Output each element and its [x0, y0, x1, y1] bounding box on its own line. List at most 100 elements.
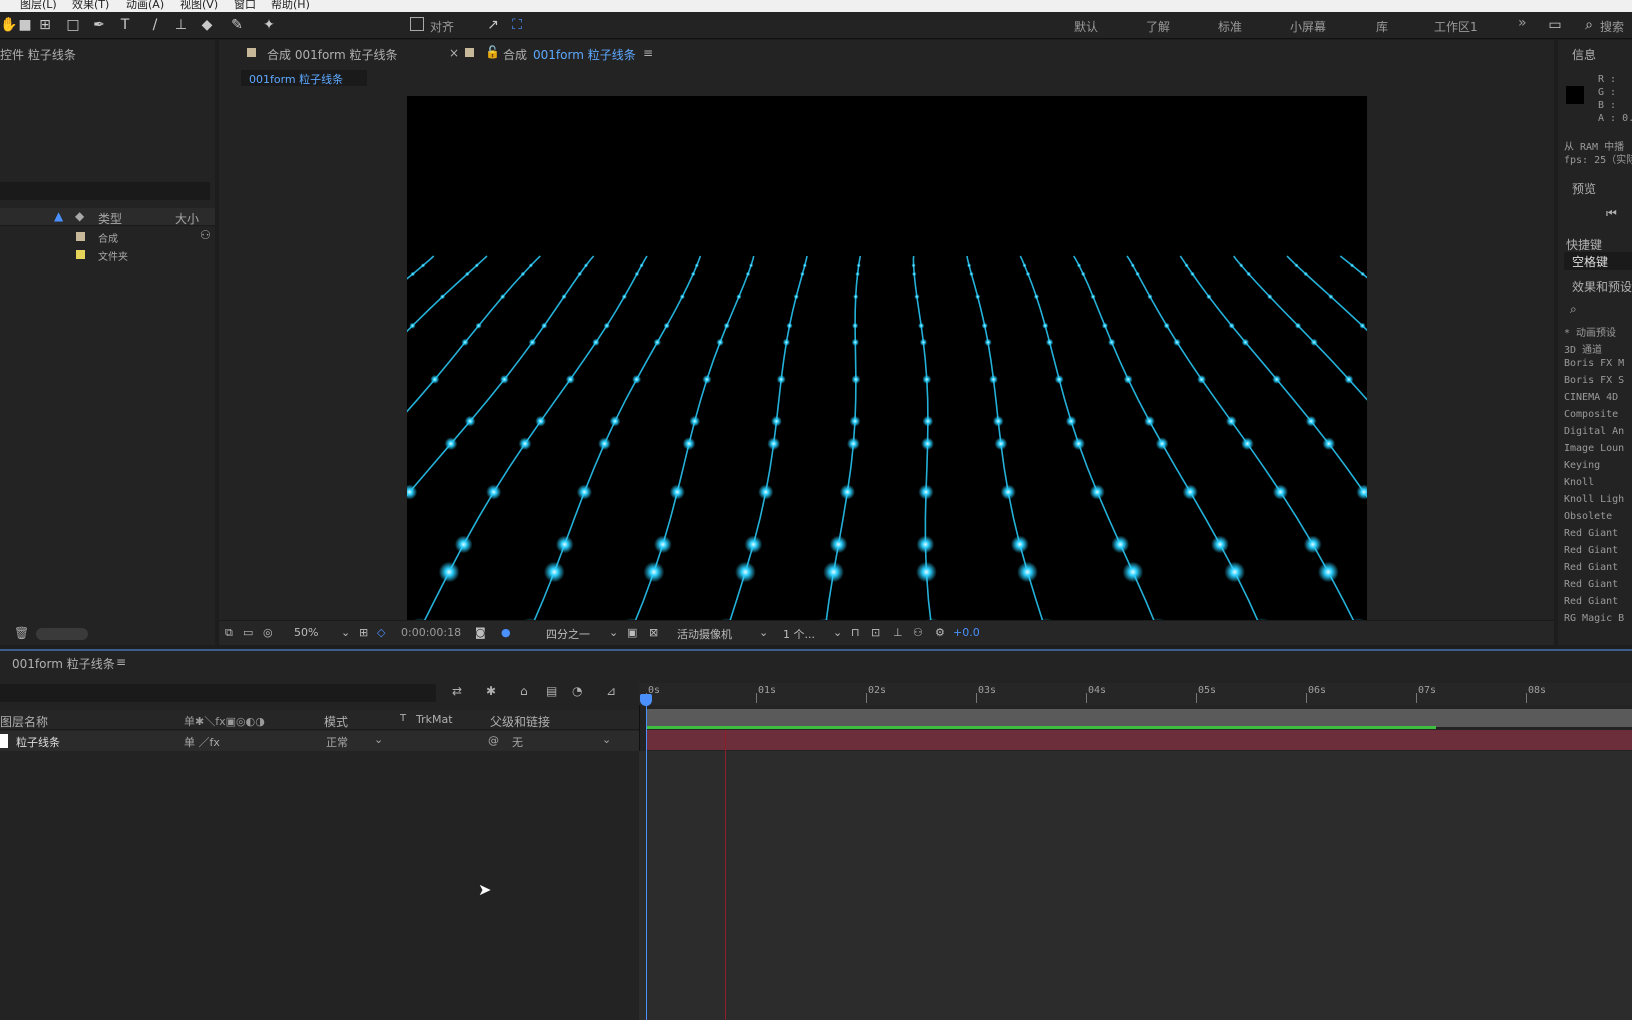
monitor-icon[interactable]: ▭ [243, 626, 253, 639]
resolution-select[interactable]: 四分之一 [546, 626, 590, 642]
list-item[interactable]: 3D 通道 [1564, 341, 1602, 356]
list-item[interactable]: CINEMA 4D [1564, 392, 1618, 403]
chevron-down-icon[interactable]: ⌄ [609, 626, 618, 639]
list-item[interactable]: Knoll [1564, 477, 1594, 488]
comp-tab-1[interactable]: 合成 001form 粒子线条 [267, 46, 398, 63]
list-item[interactable]: Keying [1564, 460, 1600, 471]
workspace-menu-icon[interactable]: ▭ [1546, 16, 1564, 34]
views-select[interactable]: 1 个... [783, 626, 815, 642]
workspace-library[interactable]: 库 [1376, 18, 1388, 35]
zoom-select[interactable]: 50% [294, 626, 318, 639]
graph-editor-icon[interactable]: ⊿ [606, 684, 616, 698]
list-item[interactable]: Digital An [1564, 426, 1624, 437]
fast-previews-icon[interactable]: ⊡ [871, 626, 880, 639]
work-area-bar[interactable] [646, 709, 1632, 727]
list-item[interactable]: * 动画预设 [1564, 324, 1616, 339]
list-item[interactable]: Image Loun [1564, 443, 1624, 454]
workspace-standard[interactable]: 标准 [1218, 18, 1242, 35]
reset-exposure-icon[interactable]: ⚙ [935, 626, 945, 639]
chevron-down-icon[interactable]: ⌄ [341, 626, 350, 639]
pan-behind-tool-icon[interactable]: ⊞ [36, 16, 54, 34]
menu-view[interactable]: 视图(V) [180, 0, 218, 10]
timeline-icon[interactable]: ⊥ [893, 626, 903, 639]
draft-3d-icon[interactable]: ✱ [486, 684, 496, 698]
mask-icon[interactable]: ◎ [263, 626, 273, 639]
list-item[interactable]: Red Giant [1564, 528, 1618, 539]
roto-brush-tool-icon[interactable]: ✎ [228, 16, 246, 34]
snap-icon[interactable]: ↗ [484, 16, 502, 34]
align-checkbox[interactable] [410, 17, 424, 31]
column-trkmat[interactable]: TrkMat [416, 713, 453, 726]
layer-list-empty[interactable] [0, 752, 639, 1020]
list-item[interactable]: 文件夹 [0, 246, 200, 264]
frame-blending-icon[interactable]: ▤ [546, 684, 557, 698]
menu-help[interactable]: 帮助(H) [271, 0, 310, 10]
column-t[interactable]: T [400, 713, 406, 724]
workspace-1[interactable]: 工作区1 [1434, 18, 1478, 35]
close-tab-icon[interactable]: × [449, 46, 459, 60]
list-item[interactable]: Red Giant [1564, 596, 1618, 607]
motion-blur-icon[interactable]: ◔ [572, 684, 582, 698]
list-item[interactable]: Boris FX M [1564, 358, 1624, 369]
playhead-handle[interactable] [640, 694, 652, 706]
chevron-down-icon[interactable]: ⌄ [833, 626, 842, 639]
comp-mini-flowchart-icon[interactable]: ⇄ [452, 684, 462, 698]
list-item[interactable]: Knoll Ligh [1564, 494, 1624, 505]
list-item[interactable]: 合成 ⚇ [0, 228, 211, 246]
always-preview-icon[interactable]: ⧉ [225, 626, 233, 640]
toggle-pixel-aspect-icon[interactable]: ⊓ [851, 626, 860, 639]
effect-controls-tab[interactable]: 控件 粒子线条 [0, 46, 76, 63]
snapshot-icon[interactable]: ◙ [475, 626, 486, 639]
layer-switches[interactable]: 单 ／fx [184, 734, 220, 750]
mask-visibility-icon[interactable]: ◇ [377, 626, 385, 639]
menu-layer[interactable]: 图层(L) [20, 0, 57, 10]
camera-tool-icon[interactable]: ■ [16, 16, 34, 34]
pick-whip-icon[interactable]: @ [488, 734, 499, 747]
menu-animation[interactable]: 动画(A) [126, 0, 164, 10]
list-item[interactable]: Red Giant [1564, 545, 1618, 556]
snap-options-icon[interactable]: ⛶ [508, 16, 526, 34]
tab-menu-icon[interactable]: ≡ [643, 46, 653, 60]
clone-stamp-tool-icon[interactable]: ⊥ [172, 16, 190, 34]
list-item[interactable]: Obsolete [1564, 511, 1612, 522]
column-size[interactable]: 大小 [175, 210, 199, 227]
list-item[interactable]: Boris FX S [1564, 375, 1624, 386]
region-of-interest-icon[interactable]: ▣ [627, 626, 637, 639]
eraser-tool-icon[interactable]: ◆ [198, 16, 216, 34]
project-search-input[interactable] [0, 182, 210, 200]
column-type[interactable]: 类型 [98, 210, 122, 227]
workspace-learn[interactable]: 了解 [1146, 18, 1170, 35]
more-workspaces-icon[interactable]: » [1518, 15, 1527, 31]
composition-viewer[interactable] [407, 96, 1367, 620]
label-tag-icon[interactable]: ◆ [75, 209, 84, 223]
rectangle-tool-icon[interactable]: □ [64, 16, 82, 34]
menu-effect[interactable]: 效果(T) [72, 0, 109, 10]
current-time-display[interactable]: 0:00:00:18 [401, 626, 461, 639]
flowchart-icon[interactable]: ⚇ [913, 626, 923, 639]
layer-duration-bar[interactable] [646, 730, 1632, 750]
timeline-tracks[interactable] [639, 751, 1632, 1020]
safe-zones-icon[interactable]: ⊞ [359, 626, 368, 639]
type-tool-icon[interactable]: T [116, 16, 134, 34]
sort-up-icon[interactable]: ▲ [54, 209, 63, 223]
brush-tool-icon[interactable]: / [146, 16, 164, 34]
column-mode[interactable]: 模式 [324, 713, 348, 730]
lock-icon[interactable]: 🔓 [485, 45, 500, 59]
breadcrumb-comp[interactable]: 001form 粒子线条 [249, 71, 343, 87]
table-row[interactable]: 粒子线条 单 ／fx 正常 ⌄ @ 无 ⌄ [0, 731, 639, 751]
mode-select[interactable]: 正常 ⌄ [320, 733, 388, 749]
pen-tool-icon[interactable]: ✒ [90, 16, 108, 34]
column-parent[interactable]: 父级和链接 [490, 713, 550, 730]
tab-menu-icon[interactable]: ≡ [116, 655, 126, 669]
search-icon[interactable]: ⌕ [1580, 16, 1598, 34]
list-item[interactable]: Composite [1564, 409, 1618, 420]
breadcrumb[interactable]: 001form 粒子线条 [241, 70, 367, 86]
list-item[interactable]: RG Magic B [1564, 613, 1624, 624]
workspace-small-screen[interactable]: 小屏幕 [1290, 18, 1326, 35]
exposure-value[interactable]: +0.0 [953, 626, 980, 639]
flowchart-icon[interactable]: ⚇ [200, 228, 211, 242]
current-time-indicator[interactable] [646, 694, 647, 1020]
camera-select[interactable]: 活动摄像机 [677, 626, 732, 642]
timeline-search-input[interactable] [0, 684, 436, 702]
list-item[interactable]: Red Giant [1564, 562, 1618, 573]
